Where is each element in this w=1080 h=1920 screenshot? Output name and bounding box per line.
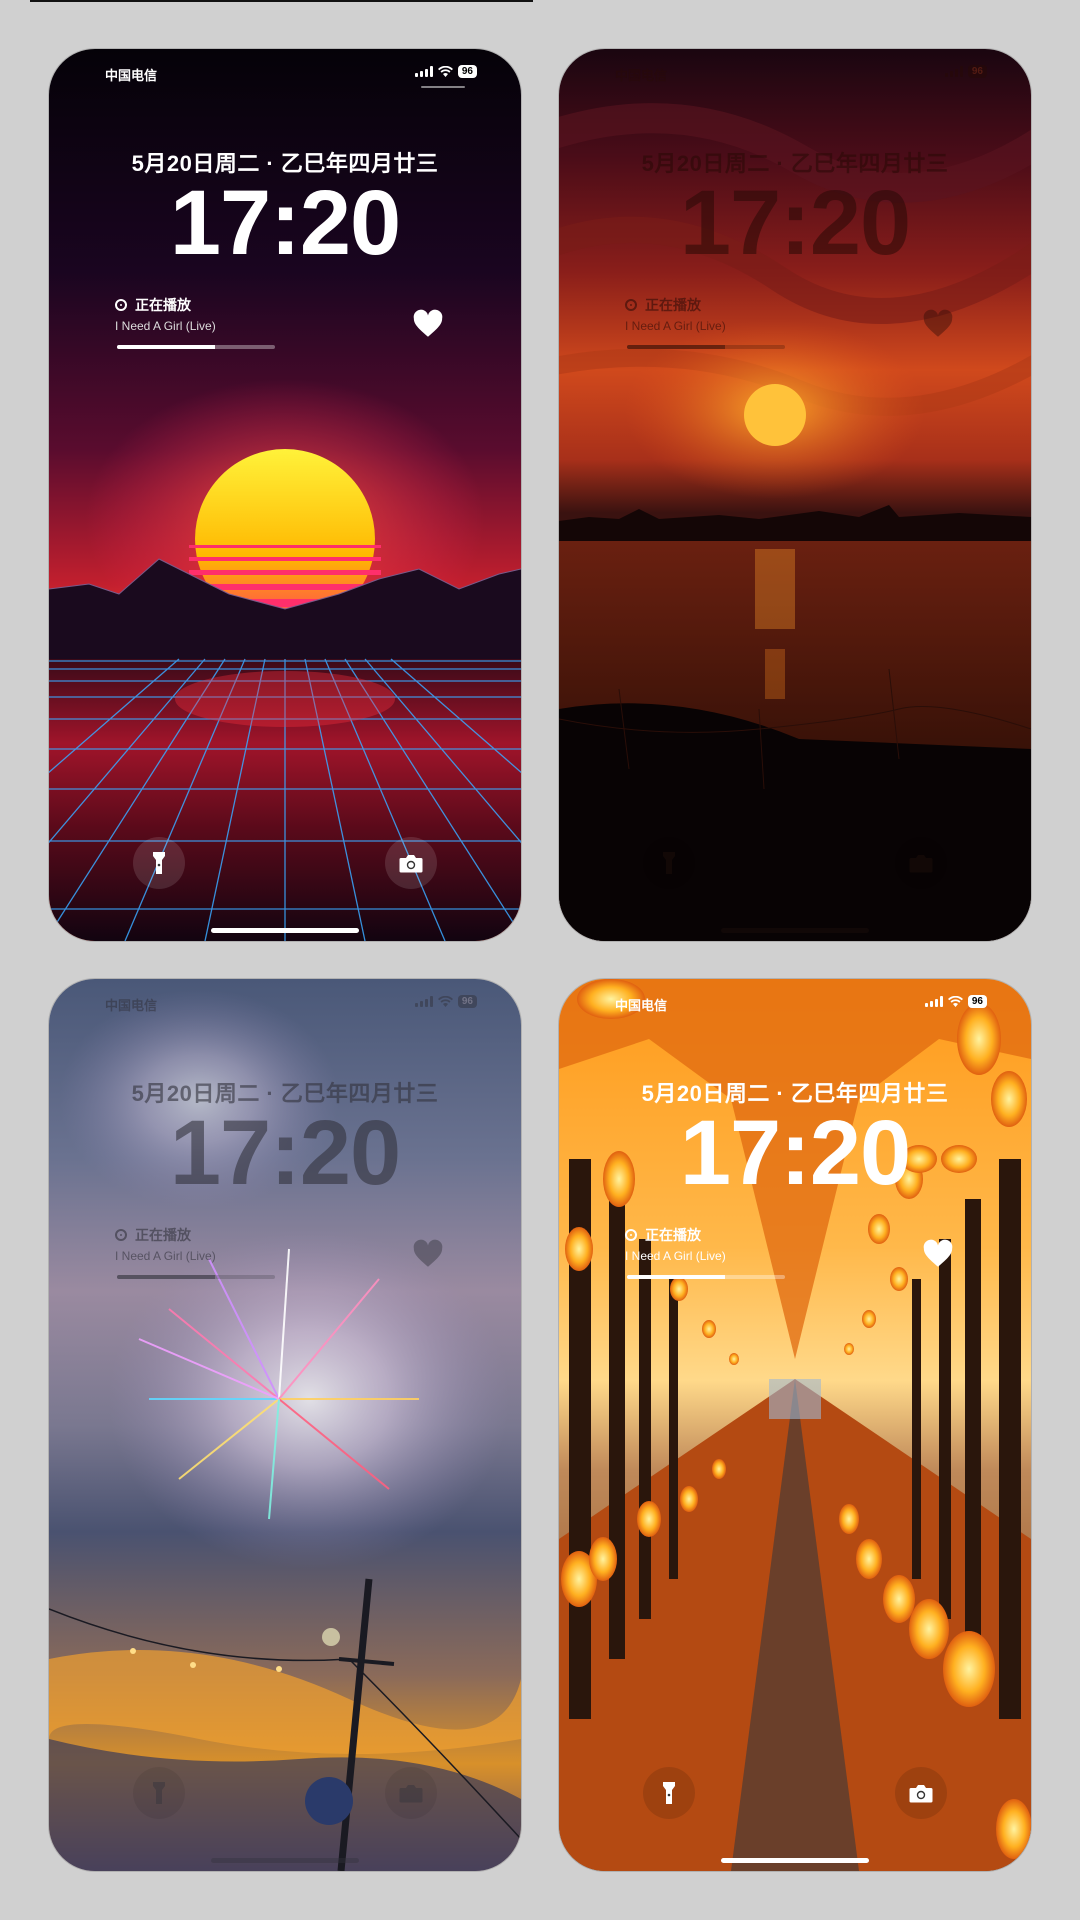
music-disc-icon [115, 1229, 127, 1241]
home-indicator[interactable] [211, 1858, 359, 1863]
now-playing-header: 正在播放 [115, 295, 191, 315]
battery-level: 96 [967, 65, 987, 78]
now-playing-header: 正在播放 [115, 1225, 191, 1245]
home-indicator[interactable] [211, 928, 359, 933]
flashlight-button[interactable] [133, 837, 185, 889]
home-indicator[interactable] [721, 1858, 869, 1863]
playback-progress[interactable] [627, 345, 785, 349]
flashlight-button[interactable] [133, 1767, 185, 1819]
status-icons: 96 [414, 65, 477, 78]
music-disc-icon [625, 1229, 637, 1241]
flashlight-icon [153, 1782, 165, 1804]
lockscreen-river-sunset: 中国电信 96 5月20日周二 · 乙巳年四月廿三 17:20 正在播放 I N… [559, 49, 1031, 941]
signal-icon [924, 996, 943, 1007]
battery-level: 96 [457, 995, 477, 1008]
carrier-label: 中国电信 [615, 998, 668, 1013]
status-icons: 96 [414, 995, 477, 1008]
battery-level: 96 [967, 995, 987, 1008]
signal-icon [414, 996, 433, 1007]
now-playing-song[interactable]: I Need A Girl (Live) [625, 319, 726, 333]
status-indicator-line [421, 86, 465, 88]
status-icons: 96 [924, 995, 987, 1008]
lockscreen-time: 17:20 [679, 1102, 911, 1204]
heart-icon[interactable] [411, 1237, 445, 1271]
now-playing-label: 正在播放 [645, 1227, 701, 1243]
music-disc-icon [115, 299, 127, 311]
playback-progress[interactable] [117, 1275, 275, 1279]
flashlight-button[interactable] [643, 1767, 695, 1819]
camera-button[interactable] [895, 837, 947, 889]
lockscreen-time: 17:20 [679, 172, 911, 274]
now-playing-header: 正在播放 [625, 295, 701, 315]
camera-button[interactable] [895, 1767, 947, 1819]
now-playing-label: 正在播放 [135, 297, 191, 313]
wifi-icon [437, 996, 453, 1007]
now-playing-label: 正在播放 [135, 1227, 191, 1243]
lockscreen-time: 17:20 [169, 1102, 401, 1204]
camera-icon [909, 1784, 933, 1802]
now-playing-header: 正在播放 [625, 1225, 701, 1245]
flashlight-icon [663, 852, 675, 874]
battery-level: 96 [457, 65, 477, 78]
signal-icon [414, 66, 433, 77]
heart-icon[interactable] [921, 1237, 955, 1271]
carrier-label: 中国电信 [615, 68, 668, 83]
playback-progress[interactable] [117, 345, 275, 349]
now-playing-label: 正在播放 [645, 297, 701, 313]
now-playing-song[interactable]: I Need A Girl (Live) [625, 1249, 726, 1263]
camera-icon [399, 854, 423, 872]
lockscreen-synthwave: 中国电信 96 5月20日周二 · 乙巳年四月廿三 17:20 正在播放 I N… [49, 49, 521, 941]
camera-icon [909, 854, 933, 872]
flashlight-button[interactable] [643, 837, 695, 889]
playback-progress[interactable] [627, 1275, 785, 1279]
camera-button[interactable] [385, 837, 437, 889]
music-disc-icon [625, 299, 637, 311]
lockscreen-autumn-lanterns: 中国电信 96 5月20日周二 · 乙巳年四月廿三 17:20 正在播放 I N… [559, 979, 1031, 1871]
carrier-label: 中国电信 [105, 68, 158, 83]
lockscreen-time: 17:20 [169, 172, 401, 274]
status-icons: 96 [944, 65, 987, 78]
camera-icon [399, 1784, 423, 1802]
now-playing-song[interactable]: I Need A Girl (Live) [115, 1249, 216, 1263]
carrier-label: 中国电信 [105, 998, 158, 1013]
top-divider [30, 0, 533, 2]
flashlight-icon [153, 852, 165, 874]
signal-icon [944, 66, 963, 77]
heart-icon[interactable] [921, 307, 955, 341]
wifi-icon [437, 66, 453, 77]
now-playing-song[interactable]: I Need A Girl (Live) [115, 319, 216, 333]
camera-button[interactable] [385, 1767, 437, 1819]
flashlight-icon [663, 1782, 675, 1804]
lockscreen-fireworks: 中国电信 96 5月20日周二 · 乙巳年四月廿三 17:20 正在播放 I N… [49, 979, 521, 1871]
home-indicator[interactable] [721, 928, 869, 933]
heart-icon[interactable] [411, 307, 445, 341]
wifi-icon [947, 996, 963, 1007]
